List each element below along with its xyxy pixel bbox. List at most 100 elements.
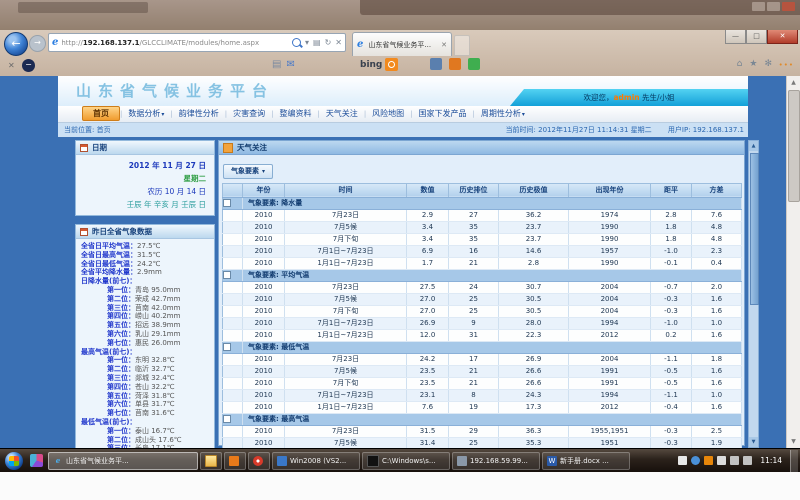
flag-icon[interactable]	[717, 456, 726, 465]
table-row[interactable]: 20107月23日31.52936.31955,1951-0.32.5	[223, 425, 742, 437]
task-label: 新手册.docx ...	[560, 456, 609, 466]
table-row[interactable]: 20101月1日~7月23日12.03122.320120.21.6	[223, 329, 742, 341]
more-options-icon[interactable]: •••	[779, 61, 794, 69]
task-button-6[interactable]: C:\Windows\s...	[362, 452, 450, 470]
table-row[interactable]: 20101月1日~7月23日1.7212.81990-0.10.4	[223, 257, 742, 269]
group-checkbox-cell	[223, 413, 243, 425]
table-cell: 7月5候	[285, 221, 407, 233]
search-icon[interactable]	[292, 38, 301, 47]
close-button[interactable]: ✕	[767, 30, 798, 44]
stop-icon[interactable]: ✕	[335, 38, 342, 47]
refresh-icon[interactable]: ↻	[325, 38, 332, 47]
stat-value: 2.9mm	[137, 268, 162, 276]
bing-search-widget[interactable]: bing	[360, 58, 398, 71]
home-icon[interactable]: ⌂	[737, 59, 743, 69]
nav-item-2[interactable]: 数据分析▾	[122, 109, 170, 118]
toolbar-camera-icon[interactable]	[430, 58, 442, 70]
nav-item-9[interactable]: 周期性分析▾	[475, 109, 531, 118]
print-icon[interactable]: ▤	[272, 59, 281, 70]
task-button-1[interactable]: e山东省气候业务平...	[48, 452, 198, 470]
scroll-down-icon[interactable]: ▼	[787, 435, 800, 448]
taskbar-clock[interactable]: 11:14	[760, 456, 782, 465]
table-body: 气象要素: 降水量20107月23日2.92736.219742.87.6201…	[223, 197, 742, 448]
show-desktop-button[interactable]	[790, 450, 798, 472]
table-row[interactable]: 20107月5候27.02530.52004-0.31.6	[223, 293, 742, 305]
nav-item-7[interactable]: 风险地图	[366, 109, 410, 118]
table-cell: 2010	[243, 317, 285, 329]
compatibility-view-icon[interactable]: ▤	[313, 38, 321, 47]
table-cell: -0.3	[651, 293, 692, 305]
taskbar-icon-button-4[interactable]	[248, 452, 270, 470]
nav-item-1[interactable]: 首页	[82, 106, 120, 121]
pinned-app-icon[interactable]	[30, 454, 43, 467]
group-checkbox[interactable]	[223, 271, 231, 279]
table-row[interactable]: 20107月下旬27.02530.52004-0.31.6	[223, 305, 742, 317]
table-row[interactable]: 20107月1日~7月23日23.1824.31994-1.11.0	[223, 389, 742, 401]
settings-gear-icon[interactable]: ✻	[764, 59, 772, 69]
taskbar-icon-button-3[interactable]	[224, 452, 246, 470]
table-row[interactable]: 20101月1日~7月23日7.61917.32012-0.41.6	[223, 401, 742, 413]
address-bar[interactable]: e http://192.168.137.1/GLCCLIMATE/module…	[48, 33, 346, 52]
table-row[interactable]: 20107月1日~7月23日6.91614.61957-1.02.3	[223, 245, 742, 257]
taskbar-icon-button-2[interactable]	[200, 452, 222, 470]
group-checkbox[interactable]	[223, 415, 231, 423]
table-row[interactable]: 20107月23日2.92736.219742.87.6	[223, 209, 742, 221]
start-button[interactable]	[5, 452, 23, 470]
page-scroll-up-icon[interactable]: ▲	[749, 141, 758, 151]
table-row[interactable]: 20107月5候3.43523.719901.84.8	[223, 221, 742, 233]
table-cell: -1.1	[651, 389, 692, 401]
page-scrollbar-thumb[interactable]	[750, 153, 759, 305]
updates-icon[interactable]	[704, 456, 713, 465]
page-scroll-down-icon[interactable]: ▼	[749, 437, 758, 447]
browser-scrollbar[interactable]: ▲ ▼	[786, 76, 800, 448]
table-row[interactable]: 20107月1日~7月23日26.9928.01994-1.01.0	[223, 317, 742, 329]
tab-close-icon[interactable]: ✕	[441, 41, 447, 49]
browser-tab[interactable]: e 山东省气候业务平... ✕	[352, 32, 452, 56]
bg-maximize-button[interactable]	[767, 2, 780, 11]
url-text[interactable]: http://192.168.137.1/GLCCLIMATE/modules/…	[61, 39, 292, 47]
bing-search-icon[interactable]	[385, 58, 398, 71]
nav-item-5[interactable]: 整编资料	[273, 109, 317, 118]
notification-icon[interactable]	[691, 456, 700, 465]
nav-item-6[interactable]: 天气关注	[320, 109, 364, 118]
toolbar-addon-icon[interactable]	[468, 58, 480, 70]
search-dropdown-icon[interactable]: ▾	[305, 38, 309, 47]
input-indicator[interactable]	[678, 456, 687, 465]
table-cell: 23.7	[499, 233, 569, 245]
toolbar-close-icon[interactable]: ✕	[8, 61, 15, 70]
volume-icon[interactable]	[743, 456, 752, 465]
toolbar-person-icon[interactable]	[449, 58, 461, 70]
table-row[interactable]: 20107月5候23.52126.61991-0.51.6	[223, 365, 742, 377]
page-scrollbar[interactable]: ▲ ▼	[748, 140, 759, 448]
nav-item-4[interactable]: 灾害查询	[227, 109, 271, 118]
task-button-8[interactable]: W新手册.docx ...	[542, 452, 630, 470]
mail-icon[interactable]: ✉	[286, 59, 294, 70]
table-row[interactable]: 20107月5候31.42535.31951-0.31.9	[223, 437, 742, 448]
table-row[interactable]: 20107月23日27.52430.72004-0.72.0	[223, 281, 742, 293]
table-row[interactable]: 20107月下旬3.43523.719901.84.8	[223, 233, 742, 245]
browser-scrollbar-thumb[interactable]	[788, 90, 800, 202]
network-icon[interactable]	[730, 456, 739, 465]
task-button-7[interactable]: 192.168.59.99...	[452, 452, 540, 470]
addon-blocked-icon[interactable]: −	[22, 59, 35, 72]
minimize-button[interactable]: —	[725, 30, 746, 44]
element-filter-button[interactable]: 气象要素▾	[223, 164, 273, 179]
group-checkbox[interactable]	[223, 199, 231, 207]
favorites-star-icon[interactable]: ★	[749, 59, 757, 69]
group-checkbox[interactable]	[223, 343, 231, 351]
rdp-icon	[457, 456, 467, 466]
task-button-5[interactable]: Win2008 (VS2...	[272, 452, 360, 470]
table-row[interactable]: 20107月下旬23.52126.61991-0.51.6	[223, 377, 742, 389]
new-tab-button[interactable]	[454, 35, 470, 56]
table-cell: 26.9	[499, 353, 569, 365]
back-button[interactable]: ←	[4, 32, 28, 56]
bg-minimize-button[interactable]	[752, 2, 765, 11]
rank-label: 第七位：	[107, 339, 135, 347]
forward-button[interactable]: →	[29, 35, 46, 52]
nav-item-3[interactable]: 韵律性分析	[173, 109, 225, 118]
bg-close-button[interactable]	[782, 2, 795, 11]
nav-item-8[interactable]: 国家下发产品	[413, 109, 473, 118]
table-row[interactable]: 20107月23日24.21726.92004-1.11.8	[223, 353, 742, 365]
maximize-button[interactable]: □	[746, 30, 767, 44]
scroll-up-icon[interactable]: ▲	[787, 76, 800, 89]
